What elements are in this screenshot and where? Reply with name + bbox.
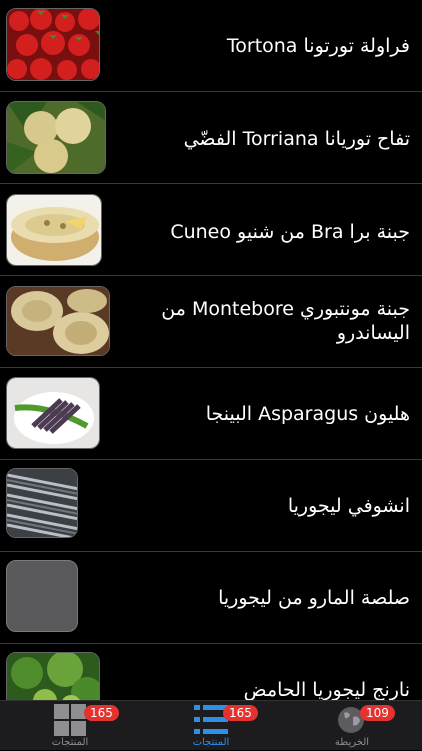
list-item[interactable]: انشوفي ليجوريا bbox=[0, 460, 422, 552]
tab-bar: 165 المنتجات 165 المنتجات 109 الخريطة bbox=[0, 700, 422, 750]
product-thumbnail bbox=[6, 377, 100, 449]
count-badge: 165 bbox=[223, 705, 258, 721]
product-title: تفاح توريانا Torriana الفضّي bbox=[183, 128, 410, 150]
count-badge: 109 bbox=[360, 705, 395, 721]
product-title: صلصة المارو من ليجوريا bbox=[218, 587, 410, 609]
list-item[interactable]: جبنة مونتبوري Montebore من اليساندرو bbox=[0, 276, 422, 368]
tab-products-grid[interactable]: 165 المنتجات bbox=[0, 701, 140, 751]
product-thumbnail bbox=[6, 286, 110, 356]
list-item[interactable]: تفاح توريانا Torriana الفضّي bbox=[0, 92, 422, 184]
product-thumbnail bbox=[6, 652, 100, 700]
count-badge: 165 bbox=[84, 705, 119, 721]
product-thumbnail bbox=[6, 468, 78, 538]
tab-label: الخريطة bbox=[334, 737, 370, 748]
product-title: نارنج ليجوريا الحامض bbox=[243, 679, 410, 700]
tab-products-list[interactable]: 165 المنتجات bbox=[141, 701, 281, 751]
product-thumbnail bbox=[6, 194, 102, 266]
product-thumbnail-placeholder bbox=[6, 560, 78, 632]
tab-map[interactable]: 109 الخريطة bbox=[282, 701, 422, 751]
product-thumbnail bbox=[6, 101, 106, 174]
tab-label: المنتجات bbox=[192, 737, 230, 748]
product-list: فراولة تورتونا Tortona تفاح توريانا Torr… bbox=[0, 0, 422, 700]
product-thumbnail bbox=[6, 8, 100, 81]
list-item[interactable]: فراولة تورتونا Tortona bbox=[0, 0, 422, 92]
list-item[interactable]: صلصة المارو من ليجوريا bbox=[0, 552, 422, 644]
list-item[interactable]: هليون Asparagus البينجا bbox=[0, 368, 422, 460]
list-icon bbox=[194, 705, 228, 734]
product-title: جبنة مونتبوري Montebore من اليساندرو bbox=[161, 298, 410, 344]
list-item[interactable]: نارنج ليجوريا الحامض bbox=[0, 644, 422, 700]
tab-label: المنتجات bbox=[51, 737, 89, 748]
product-title: فراولة تورتونا Tortona bbox=[226, 35, 410, 57]
product-title: هليون Asparagus البينجا bbox=[205, 403, 410, 425]
list-item[interactable]: جبنة برا Bra من شنيو Cuneo bbox=[0, 184, 422, 276]
product-title: انشوفي ليجوريا bbox=[287, 495, 410, 517]
grid-icon bbox=[54, 704, 86, 736]
product-title: جبنة برا Bra من شنيو Cuneo bbox=[170, 221, 410, 243]
